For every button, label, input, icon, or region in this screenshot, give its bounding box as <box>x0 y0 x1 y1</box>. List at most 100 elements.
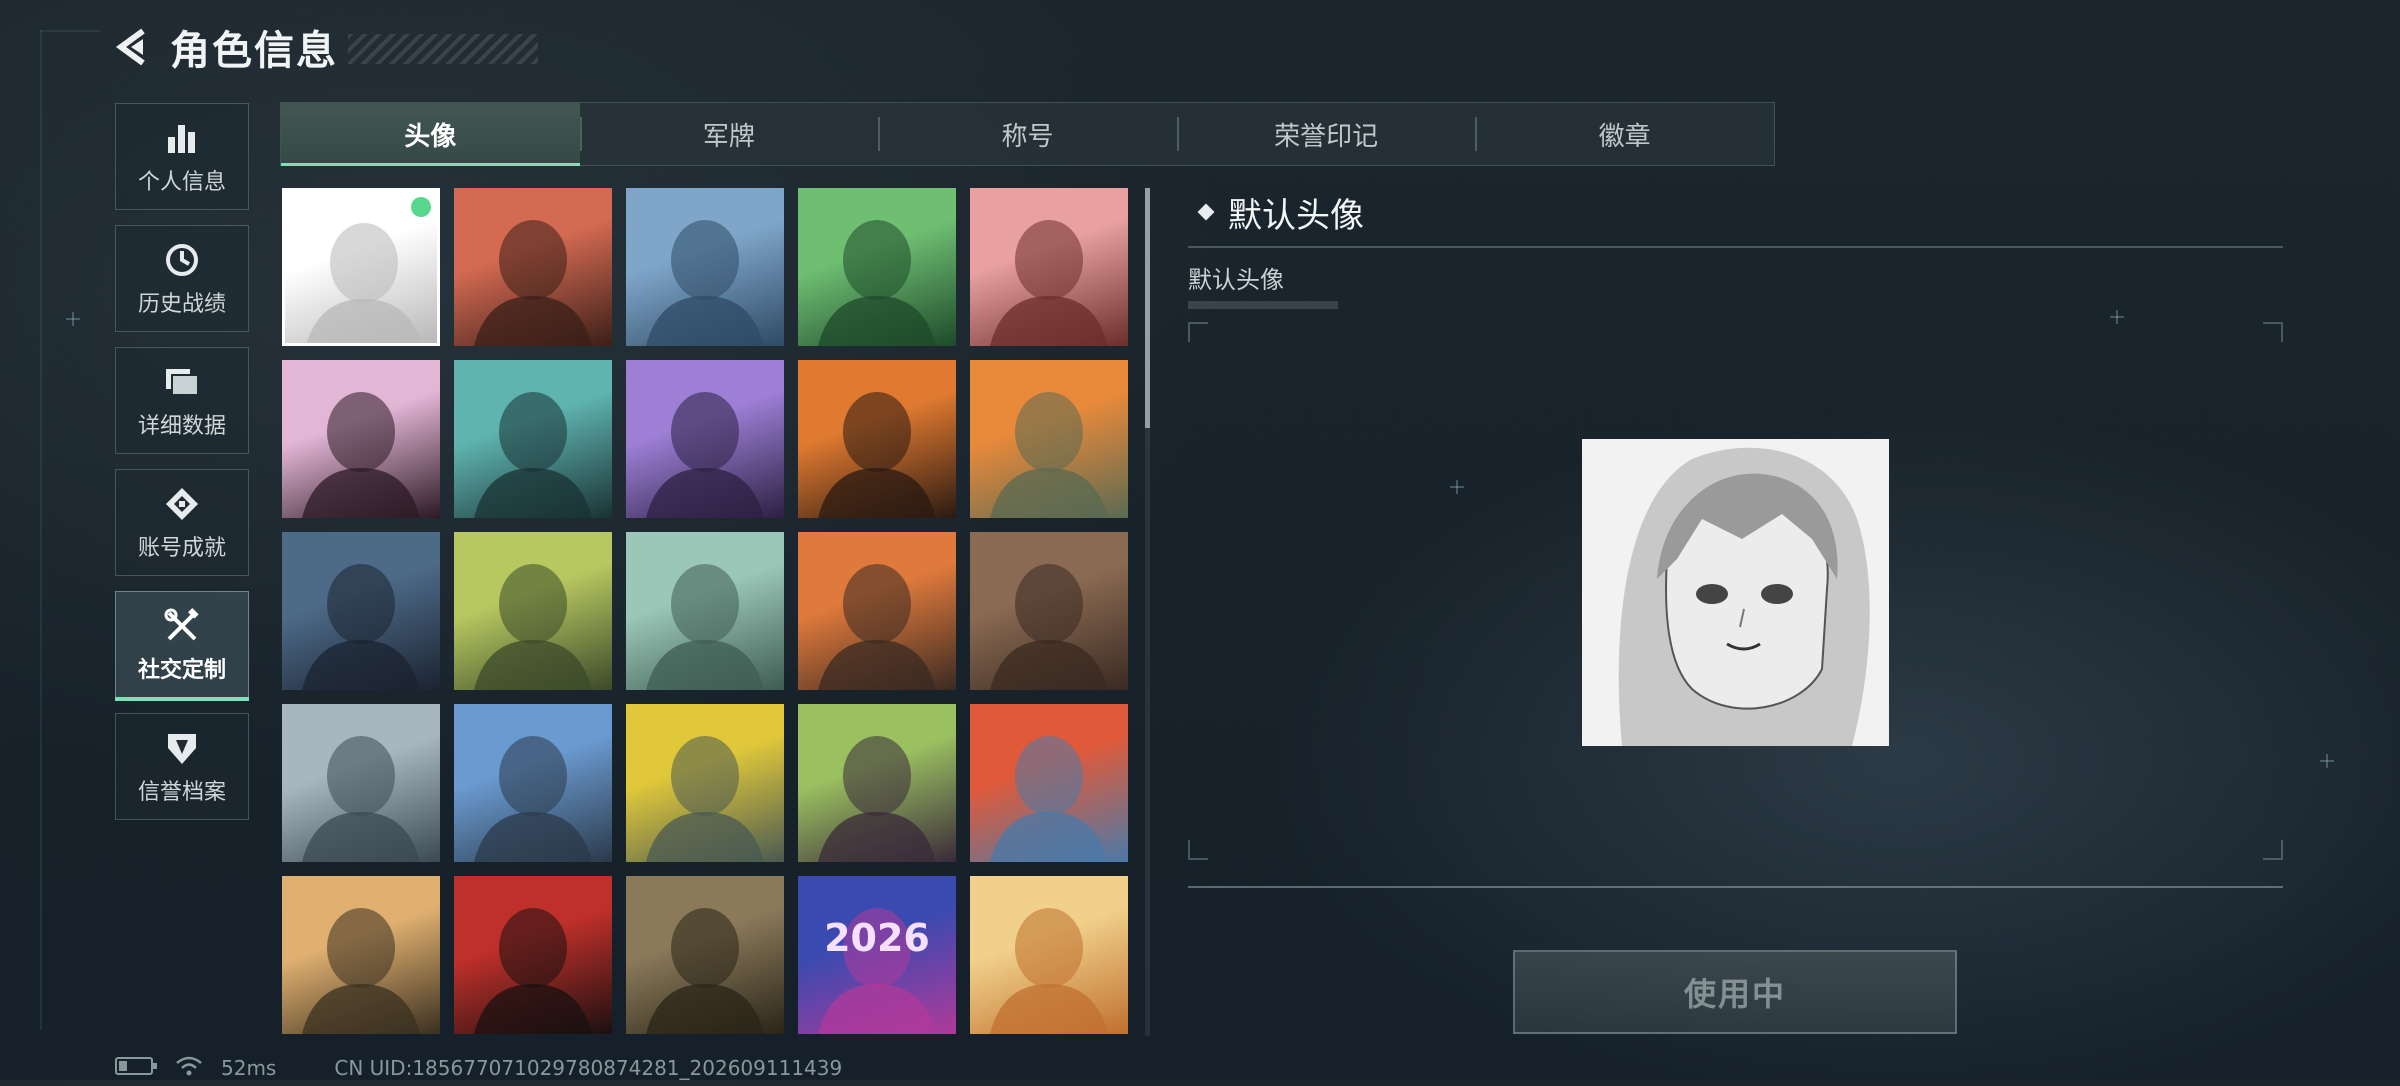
sidebar-item-achievements[interactable]: 账号成就 <box>115 469 249 576</box>
bearded-man-avatar-art <box>474 392 592 518</box>
heavy-soldier-avatar-art <box>990 392 1108 518</box>
hud-top-line <box>40 30 100 32</box>
avatar-tile-sniper-rifle-avatar[interactable] <box>282 532 440 690</box>
pink-hair-avatar-art <box>302 392 420 518</box>
avatar-tile-pyramid-selfie-avatar[interactable] <box>282 876 440 1034</box>
sidebar-item-label: 信誉档案 <box>137 779 226 805</box>
frame-corner <box>2263 322 2283 342</box>
in-use-button[interactable]: 使用中 <box>1513 950 1957 1034</box>
sidebar-item-match-history[interactable]: 历史战绩 <box>115 225 249 332</box>
title-decoration <box>348 34 538 64</box>
wifi-icon <box>175 1055 203 1082</box>
detail-divider <box>1188 246 2283 248</box>
avatar-tile-heavy-soldier-avatar[interactable] <box>970 360 1128 518</box>
feather-avatar-art <box>818 564 936 690</box>
avatar-tile-way-out-sign-avatar[interactable] <box>626 532 784 690</box>
achievement-icon <box>162 484 202 524</box>
bar-chart-icon <box>162 118 202 158</box>
frame-corner <box>1188 322 1208 342</box>
avatar-tile-scales-emblem-avatar[interactable] <box>970 532 1128 690</box>
avatar-tile-hotpot-avatar[interactable] <box>970 876 1128 1034</box>
avatar-tile-text: 2026 <box>824 916 930 960</box>
avatar-tile-masked-man-avatar[interactable] <box>798 360 956 518</box>
detail-subtitle: 默认头像 <box>1188 266 1284 294</box>
equipped-indicator <box>411 197 431 217</box>
way-out-sign-avatar-art <box>646 564 764 690</box>
sidebar-item-reputation[interactable]: 信誉档案 <box>115 713 249 820</box>
avatar-preview-image <box>1582 439 1889 746</box>
avatar-tile-soldier-cap-avatar[interactable] <box>454 188 612 346</box>
reputation-icon <box>162 728 202 768</box>
tab-dog-tag[interactable]: 军牌 <box>579 103 879 165</box>
zombie-reader-avatar-art <box>818 736 936 862</box>
helmet-soldier-avatar-art <box>990 220 1108 346</box>
avatar-tile-purple-girl-avatar[interactable] <box>626 360 784 518</box>
sidebar-item-label: 历史战绩 <box>137 291 226 317</box>
ping-value: 52ms <box>221 1056 277 1080</box>
exit-door-avatar-art <box>474 564 592 690</box>
hotpot-avatar-art <box>990 908 1108 1034</box>
avatar-tile-red-mask-avatar[interactable] <box>454 876 612 1034</box>
avatar-tile-fireworks-2026-avatar[interactable]: 2026 <box>798 876 956 1034</box>
folder-icon <box>162 362 202 402</box>
back-arrow-icon[interactable] <box>110 24 156 70</box>
user-uid: CN UID:18567707102978087428​1_2026091114… <box>334 1056 843 1080</box>
avatar-grid-container: 2026 <box>282 188 1132 1036</box>
avatar-tile-default-avatar[interactable] <box>282 188 440 346</box>
avatar-tile-bearded-man-avatar[interactable] <box>454 360 612 518</box>
sniper-rifle-avatar-art <box>302 564 420 690</box>
detail-bottom-divider <box>1188 886 2283 888</box>
hud-vertical-line <box>40 30 42 1030</box>
soldier-cap-avatar-art <box>474 220 592 346</box>
detail-description-bar <box>1188 301 1338 309</box>
sidebar-nav: 个人信息 历史战绩 详细数据 账号成就 社交定制 信誉档案 <box>115 103 251 835</box>
avatar-tile-pink-hair-avatar[interactable] <box>282 360 440 518</box>
sidebar-item-social-customize[interactable]: 社交定制 <box>115 591 249 701</box>
archer-avatar-art <box>474 736 592 862</box>
clock-icon <box>162 240 202 280</box>
avatar-tile-zombie-reader-avatar[interactable] <box>798 704 956 862</box>
avatar-tile-headset-man-avatar[interactable] <box>798 188 956 346</box>
red-mask-avatar-art <box>474 908 592 1034</box>
masked-man-avatar-art <box>818 392 936 518</box>
avatar-tile-helmet-soldier-avatar[interactable] <box>970 188 1128 346</box>
sidebar-item-detailed-data[interactable]: 详细数据 <box>115 347 249 454</box>
sidebar-item-label: 社交定制 <box>137 657 226 683</box>
battery-icon <box>115 1055 159 1082</box>
detail-header: 默认头像 <box>1188 188 2283 236</box>
monkey-reader-avatar-art <box>990 736 1108 862</box>
avatar-grid-scrollbar[interactable] <box>1145 188 1150 1036</box>
tab-badge[interactable]: 徽章 <box>1475 103 1774 165</box>
avatar-tile-mountain-explorer-avatar[interactable] <box>282 704 440 862</box>
scales-emblem-avatar-art <box>990 564 1108 690</box>
avatar-tile-armored-soldier-avatar[interactable] <box>626 876 784 1034</box>
sidebar-item-personal-info[interactable]: 个人信息 <box>115 103 249 210</box>
page-header: 角色信息 <box>110 22 538 74</box>
customize-tabs: 头像 军牌 称号 荣誉印记 徽章 <box>280 102 1775 166</box>
headset-man-avatar-art <box>818 220 936 346</box>
status-bar: 52ms CN UID:18567707102978087428​1_20260… <box>115 1050 842 1086</box>
avatar-tile-feather-avatar[interactable] <box>798 532 956 690</box>
sidebar-item-label: 详细数据 <box>137 413 226 439</box>
diamond-bullet-icon <box>1197 203 1215 221</box>
alligator-sign-avatar-art <box>646 736 764 862</box>
sidebar-item-label: 账号成就 <box>137 535 226 561</box>
tab-title[interactable]: 称号 <box>878 103 1177 165</box>
tab-honor-mark[interactable]: 荣誉印记 <box>1176 103 1476 165</box>
pyramid-selfie-avatar-art <box>302 908 420 1034</box>
avatar-tile-alligator-sign-avatar[interactable] <box>626 704 784 862</box>
hud-crosshair <box>2320 754 2334 768</box>
avatar-tile-pilot-avatar[interactable] <box>626 188 784 346</box>
sidebar-item-label: 个人信息 <box>137 169 226 195</box>
mountain-explorer-avatar-art <box>302 736 420 862</box>
avatar-tile-monkey-reader-avatar[interactable] <box>970 704 1128 862</box>
purple-girl-avatar-art <box>646 392 764 518</box>
avatar-detail-panel: 默认头像 默认头像 <box>1188 188 2283 309</box>
avatar-tile-exit-door-avatar[interactable] <box>454 532 612 690</box>
detail-title: 默认头像 <box>1228 195 1364 236</box>
scrollbar-thumb[interactable] <box>1145 188 1150 428</box>
page-title: 角色信息 <box>170 28 338 74</box>
avatar-tile-archer-avatar[interactable] <box>454 704 612 862</box>
frame-corner <box>2263 840 2283 860</box>
tab-avatar[interactable]: 头像 <box>281 103 580 166</box>
